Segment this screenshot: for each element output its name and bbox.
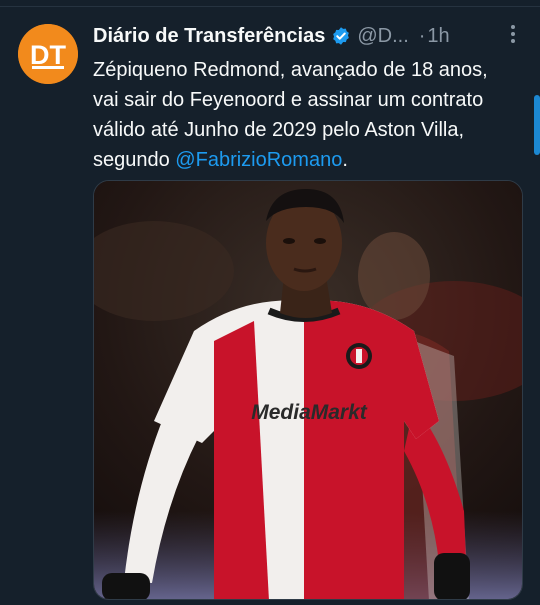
timestamp[interactable]: 1h [427, 25, 449, 48]
author-name[interactable]: Diário de Transferências [93, 25, 325, 48]
divider [0, 6, 540, 7]
shirt-sponsor: MediaMarkt [251, 401, 368, 424]
scrollbar[interactable] [534, 95, 540, 155]
separator-dot: · [418, 24, 426, 47]
verified-badge-icon [331, 26, 351, 46]
tweet-text: Zépiqueno Redmond, avançado de 18 anos, … [93, 55, 518, 175]
tweet-header: Diário de Transferências @D... · 1h [93, 21, 522, 51]
tweet-card[interactable]: DT Diário de Transferências @D... · 1h Z… [0, 0, 540, 605]
avatar[interactable]: DT [18, 24, 78, 84]
tweet-photo[interactable]: MediaMarkt [93, 180, 523, 600]
tweet-text-end: . [342, 149, 348, 171]
author-handle[interactable]: @D... [357, 25, 408, 48]
avatar-text: DT [30, 40, 66, 70]
mention-link[interactable]: @FabrizioRomano [175, 149, 342, 171]
avatar-logo: DT [18, 24, 78, 84]
more-options-icon[interactable] [508, 22, 518, 48]
player-photo: MediaMarkt [94, 181, 522, 599]
